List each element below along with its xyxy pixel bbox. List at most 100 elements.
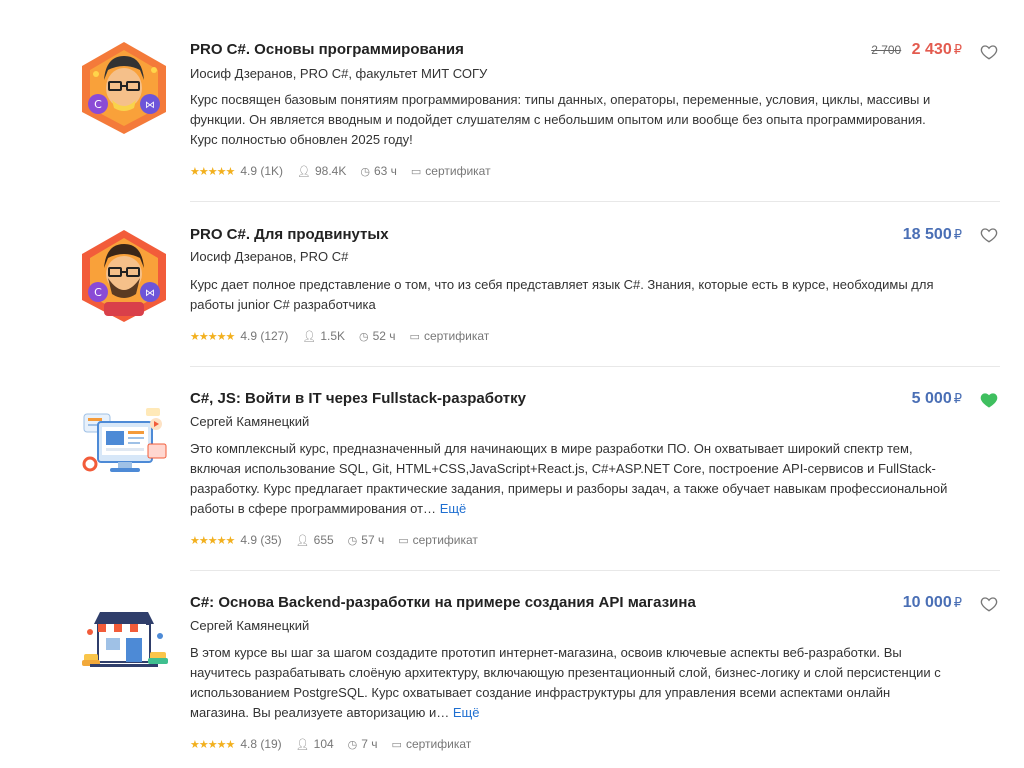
course-description: Курс посвящен базовым понятиям программи…	[190, 90, 950, 150]
course-duration: ◷ 57 ч	[348, 533, 385, 547]
students-count: 👤︎ 655	[296, 533, 334, 547]
heart-icon[interactable]	[980, 391, 998, 409]
rating-stars-icon: ★★★★★	[190, 165, 235, 178]
divider	[190, 366, 1000, 367]
bearded-developer-avatar-icon: C ⋈	[82, 230, 166, 322]
rating-stars-icon: ★★★★★	[190, 330, 235, 343]
price-box: 2 700 2 430 ₽	[871, 41, 962, 59]
students-value: 1.5K	[320, 329, 345, 343]
person-icon: 👤︎	[297, 165, 311, 178]
price-value: 2 430	[911, 41, 952, 58]
certificate-icon: ▭	[391, 738, 402, 751]
course-author[interactable]: Сергей Камянецкий	[190, 414, 309, 429]
course-meta: ★★★★★ 4.9 (1K) 👤︎ 98.4K ◷ 63 ч ▭ сертифи…	[190, 164, 505, 178]
heart-icon[interactable]	[980, 595, 998, 613]
certificate-badge: ▭ сертификат	[411, 164, 491, 178]
show-more-link[interactable]: Ещё	[453, 705, 480, 720]
duration-value: 52 ч	[372, 329, 396, 343]
price: 18 500 ₽	[903, 226, 962, 243]
course-title[interactable]: PRO C#. Для продвинутых	[190, 226, 389, 243]
duration-value: 7 ч	[361, 737, 378, 751]
duration-value: 57 ч	[361, 533, 385, 547]
students-count: 👤︎ 104	[296, 737, 334, 751]
course-duration: ◷ 52 ч	[359, 329, 396, 343]
online-store-icon	[82, 612, 168, 667]
certificate-icon: ▭	[409, 330, 420, 343]
description-text: Курс посвящен базовым понятиям программи…	[190, 92, 931, 147]
currency-sign: ₽	[953, 227, 962, 242]
course-title[interactable]: PRO C#. Основы программирования	[190, 41, 464, 58]
clock-icon: ◷	[360, 165, 370, 178]
person-icon: 👤︎	[295, 534, 310, 547]
price: 2 430 ₽	[912, 41, 962, 58]
price-value: 5 000	[911, 390, 952, 407]
rating-value: 4.9 (127)	[240, 329, 289, 343]
heart-icon[interactable]	[980, 226, 998, 244]
course-author[interactable]: Сергей Камянецкий	[190, 618, 309, 633]
course-title[interactable]: C#, JS: Войти в IT через Fullstack-разра…	[190, 390, 526, 407]
svg-text:C: C	[94, 286, 102, 299]
price: 10 000 ₽	[903, 594, 962, 611]
students-value: 98.4K	[314, 164, 347, 178]
clock-icon: ◷	[347, 534, 358, 547]
course-title[interactable]: C#: Основа Backend-разработки на примере…	[190, 594, 696, 611]
certificate-icon: ▭	[398, 534, 409, 547]
web-dashboard-icon	[82, 408, 167, 472]
course-description: Курс дает полное представление о том, чт…	[190, 275, 950, 315]
price-box: 5 000 ₽	[912, 390, 962, 408]
price-box: 18 500 ₽	[903, 226, 962, 244]
certificate-badge: ▭ сертификат	[392, 737, 472, 751]
currency-sign: ₽	[953, 42, 962, 57]
person-icon: 👤︎	[295, 738, 310, 751]
course-description: Это комплексный курс, предназначенный дл…	[190, 439, 950, 519]
currency-sign: ₽	[953, 595, 962, 610]
price-value: 10 000	[902, 594, 952, 611]
course-meta: ★★★★★ 4.9 (127) 👤︎ 1.5K ◷ 52 ч ▭ сертифи…	[190, 329, 503, 343]
show-more-link[interactable]: Ещё	[440, 501, 467, 516]
course-thumbnail[interactable]: C ⋈	[76, 228, 172, 324]
divider	[190, 201, 1000, 202]
certificate-label: сертификат	[425, 164, 491, 178]
certificate-label: сертификат	[412, 533, 478, 547]
students-value: 655	[313, 533, 334, 547]
certificate-label: сертификат	[423, 329, 490, 343]
course-description: В этом курсе вы шаг за шагом создадите п…	[190, 643, 950, 723]
divider	[190, 570, 1000, 571]
description-text: Это комплексный курс, предназначенный дл…	[190, 441, 948, 516]
svg-text:C: C	[94, 98, 102, 111]
course-author[interactable]: Иосиф Дзеранов, PRO C#	[190, 249, 348, 264]
students-value: 104	[313, 737, 334, 751]
certificate-icon: ▭	[410, 165, 422, 178]
clock-icon: ◷	[347, 738, 358, 751]
course-thumbnail[interactable]	[76, 594, 172, 690]
old-price: 2 700	[871, 43, 902, 57]
developer-avatar-icon: C ⋈	[82, 42, 166, 134]
course-duration: ◷ 7 ч	[348, 737, 378, 751]
course-duration: ◷ 63 ч	[360, 164, 397, 178]
price-box: 10 000 ₽	[903, 594, 962, 612]
course-author[interactable]: Иосиф Дзеранов, PRO C#, факультет МИТ СО…	[190, 66, 487, 81]
svg-text:⋈: ⋈	[145, 100, 155, 111]
certificate-badge: ▭ сертификат	[410, 329, 490, 343]
certificate-label: сертификат	[405, 737, 472, 751]
rating-stars-icon: ★★★★★	[190, 738, 235, 751]
price: 5 000 ₽	[912, 390, 962, 407]
students-count: 👤︎ 1.5K	[302, 329, 345, 343]
duration-value: 63 ч	[373, 164, 397, 178]
students-count: 👤︎ 98.4K	[297, 164, 346, 178]
svg-text:⋈: ⋈	[145, 288, 155, 299]
rating-value: 4.9 (35)	[240, 533, 282, 547]
description-text: Курс дает полное представление о том, чт…	[190, 277, 934, 312]
person-icon: 👤︎	[302, 330, 317, 343]
rating-stars-icon: ★★★★★	[190, 534, 235, 547]
course-meta: ★★★★★ 4.8 (19) 👤︎ 104 ◷ 7 ч ▭ сертификат	[190, 737, 485, 751]
clock-icon: ◷	[359, 330, 369, 343]
currency-sign: ₽	[953, 391, 962, 406]
course-meta: ★★★★★ 4.9 (35) 👤︎ 655 ◷ 57 ч ▭ сертифика…	[190, 533, 492, 547]
rating-value: 4.8 (19)	[240, 737, 282, 751]
certificate-badge: ▭ сертификат	[398, 533, 478, 547]
course-thumbnail[interactable]	[76, 392, 172, 488]
course-thumbnail[interactable]: C ⋈	[76, 40, 172, 136]
description-text: В этом курсе вы шаг за шагом создадите п…	[190, 645, 941, 720]
heart-icon[interactable]	[980, 43, 998, 61]
